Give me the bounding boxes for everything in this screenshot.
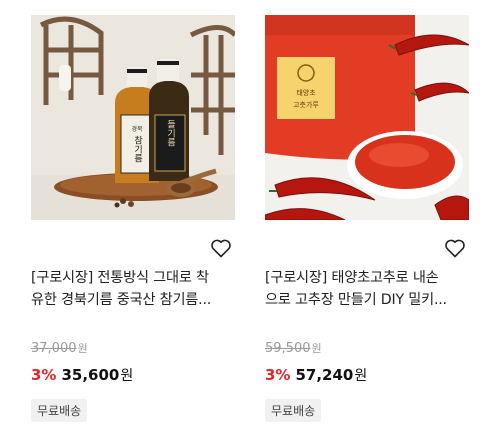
wishlist-heart-icon[interactable]	[443, 236, 467, 260]
svg-text:태양초: 태양초	[296, 89, 316, 97]
sale-price-row: 3% 57,240원	[265, 365, 367, 385]
original-price-currency: 원	[77, 342, 88, 355]
product-image[interactable]: 태양초 고춧가루	[265, 15, 469, 220]
discount-rate: 3%	[265, 366, 291, 384]
product-grid: 경북 참기름 들기름 [구로시장] 전통방식 그대로 착 유한 경북기름 중국산…	[0, 0, 490, 443]
svg-text:고춧가루: 고춧가루	[293, 100, 319, 109]
svg-text:경북: 경북	[131, 126, 143, 133]
product-title[interactable]: [구로시장] 전통방식 그대로 착 유한 경북기름 중국산 참기름...	[31, 267, 237, 311]
free-shipping-badge: 무료배송	[31, 399, 88, 422]
product-card[interactable]: 경북 참기름 들기름 [구로시장] 전통방식 그대로 착 유한 경북기름 중국산…	[31, 15, 235, 422]
svg-text:참기름: 참기름	[132, 135, 142, 162]
product-title-line1: [구로시장] 태양초고추로 내손	[265, 270, 439, 286]
product-image[interactable]: 경북 참기름 들기름	[31, 15, 235, 220]
wishlist-heart-icon[interactable]	[209, 236, 233, 260]
product-title-line2: 유한 경북기름 중국산 참기름...	[31, 292, 212, 308]
sale-price-row: 3% 35,600원	[31, 365, 133, 385]
product-title-line1: [구로시장] 전통방식 그대로 착	[31, 270, 209, 286]
original-price-value: 59,500	[265, 341, 311, 356]
sale-price: 57,240	[295, 366, 354, 384]
svg-text:들기름: 들기름	[165, 119, 175, 146]
sale-price-currency: 원	[120, 368, 134, 384]
original-price-value: 37,000	[31, 341, 77, 356]
product-title-line2: 으로 고추장 만들기 DIY 밀키...	[265, 292, 447, 308]
product-card[interactable]: 태양초 고춧가루 [구로시장] 태양초고추로 내손 으로 고추장 만들기 DIY…	[265, 15, 469, 422]
original-price-currency: 원	[311, 342, 322, 355]
sale-price: 35,600	[61, 366, 120, 384]
sale-price-currency: 원	[354, 368, 368, 384]
free-shipping-badge: 무료배송	[265, 399, 322, 422]
original-price: 37,000원	[31, 340, 88, 356]
discount-rate: 3%	[31, 366, 57, 384]
original-price: 59,500원	[265, 340, 322, 356]
product-title[interactable]: [구로시장] 태양초고추로 내손 으로 고추장 만들기 DIY 밀키...	[265, 267, 471, 311]
